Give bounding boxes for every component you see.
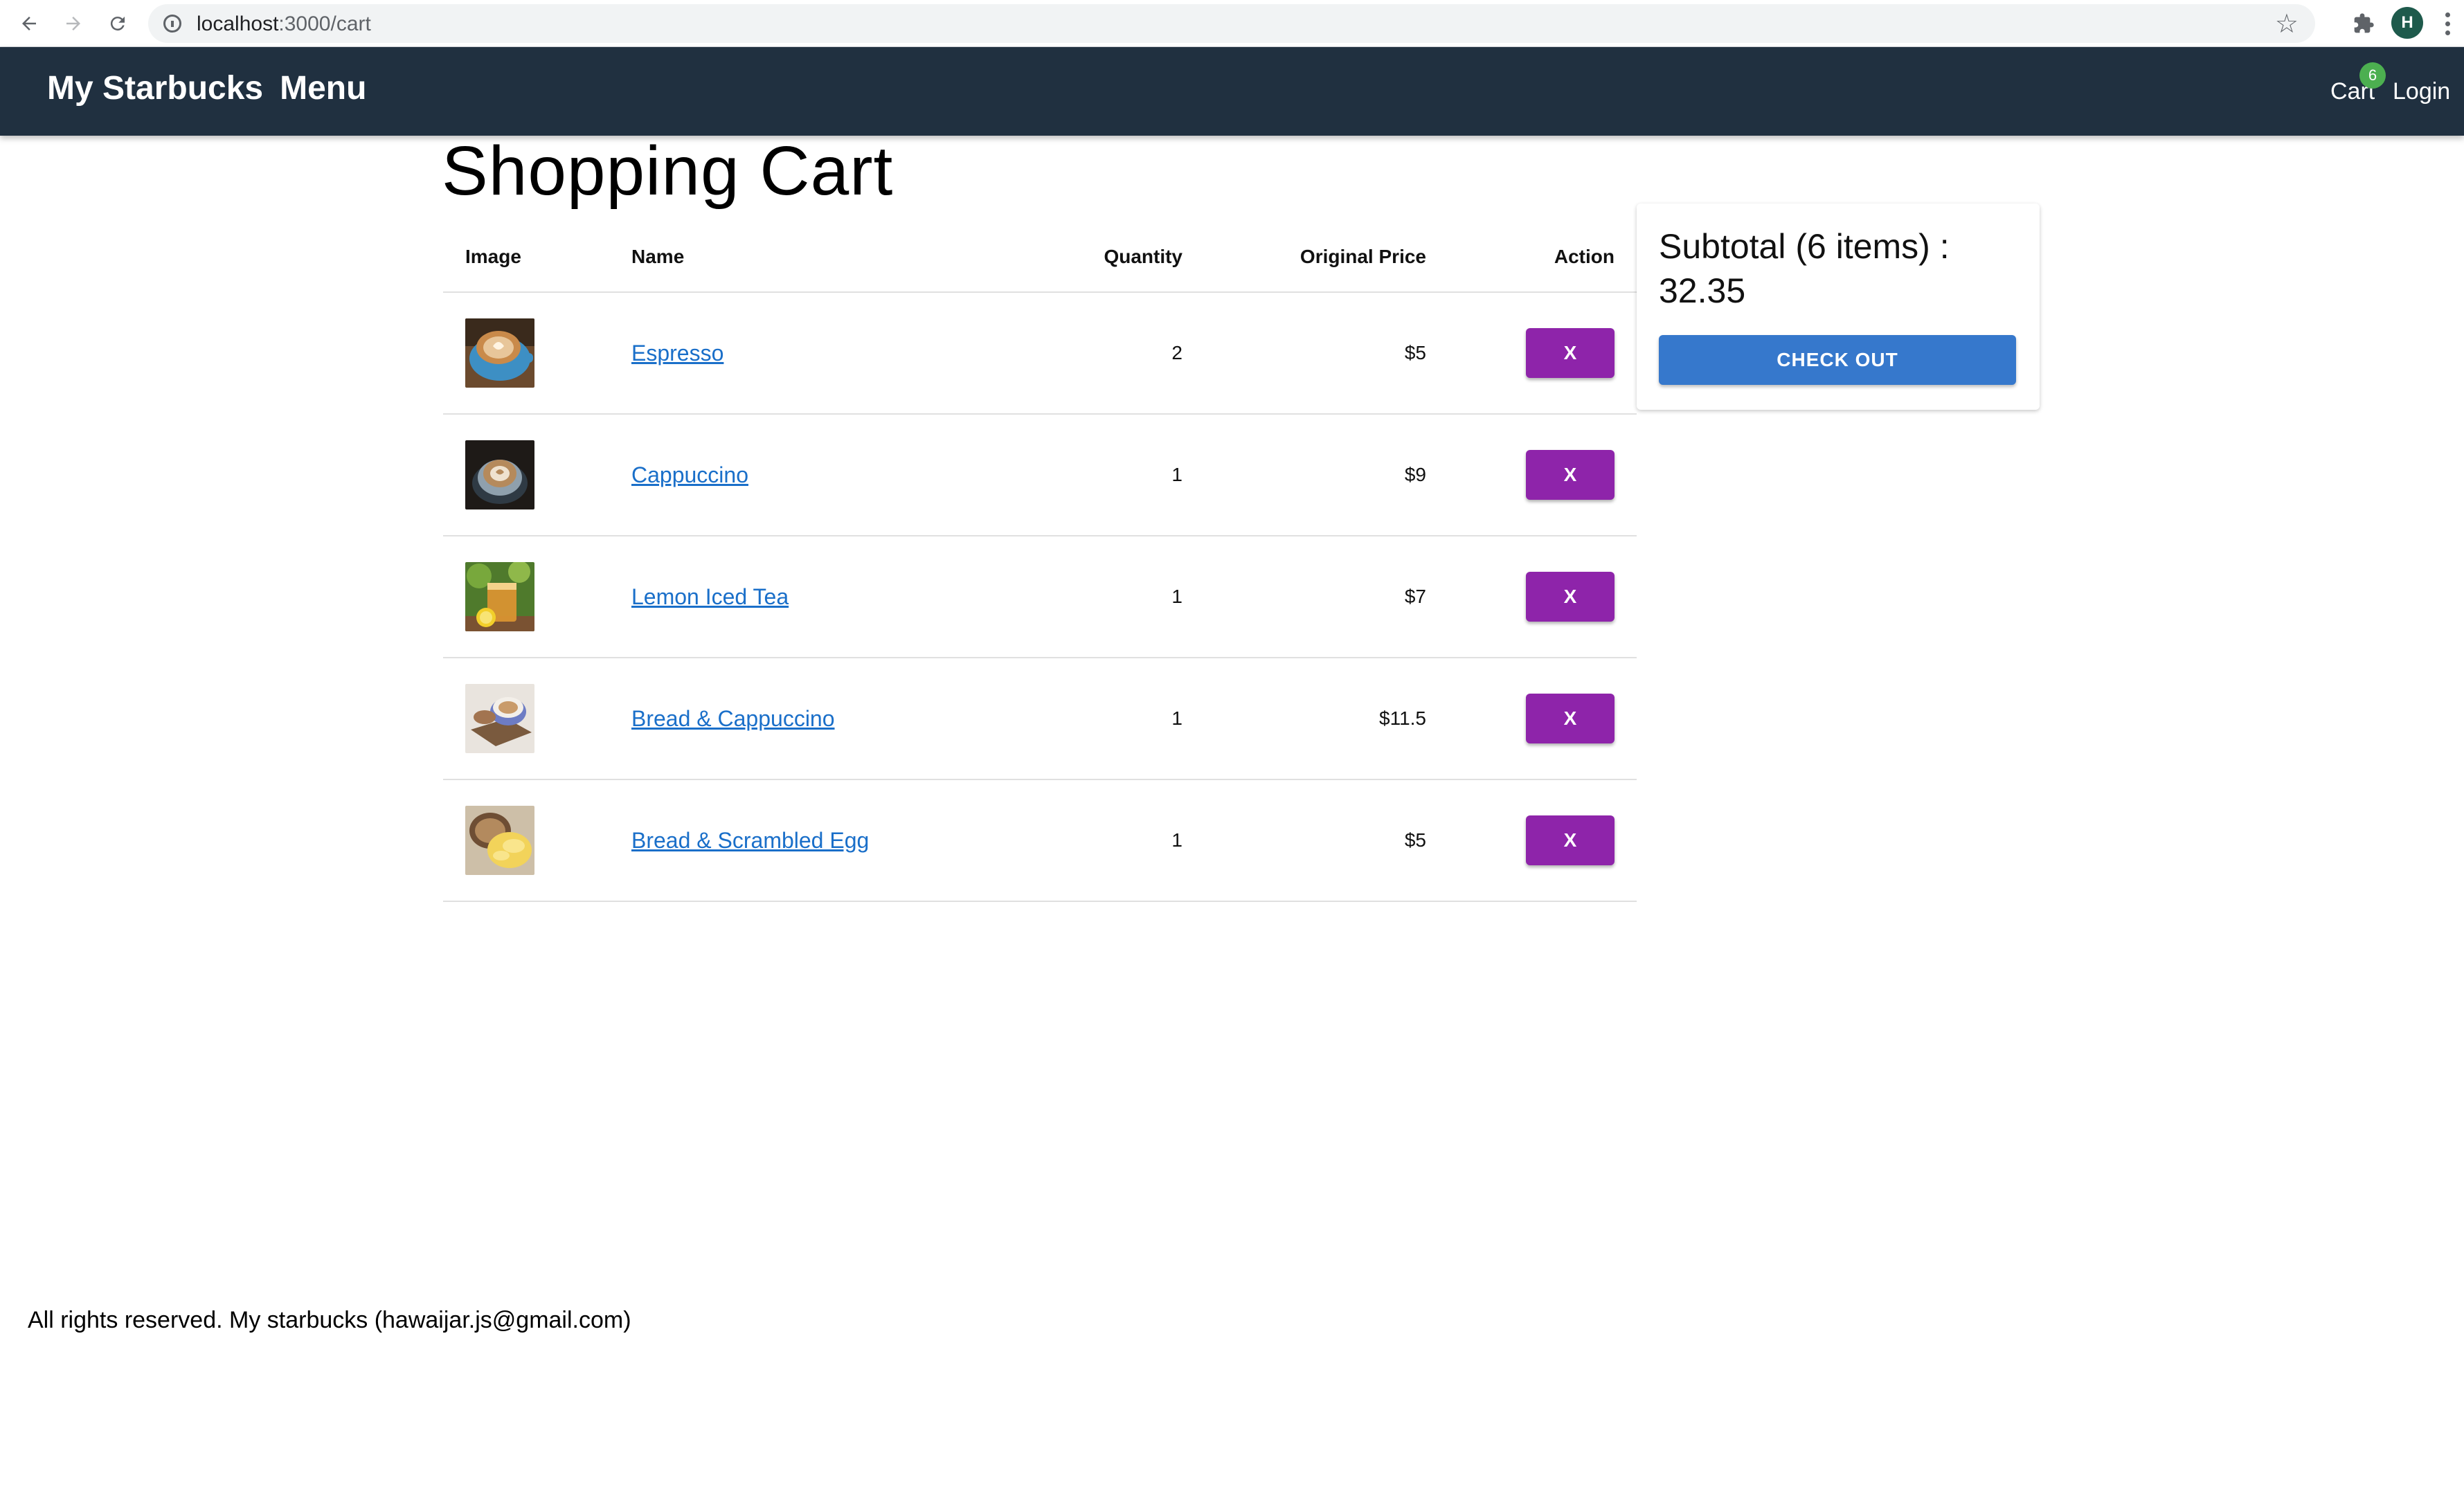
column-header-image: Image [443, 222, 609, 293]
column-header-name: Name [609, 222, 997, 293]
quantity-cell: 1 [997, 779, 1205, 902]
browser-toolbar: localhost:3000/cart ☆ H [0, 0, 2464, 47]
remove-item-button[interactable]: X [1526, 450, 1615, 500]
browser-menu-icon[interactable] [2437, 7, 2458, 40]
menu-link[interactable]: Menu [280, 69, 366, 107]
address-bar[interactable]: localhost:3000/cart ☆ [148, 4, 2315, 43]
order-summary-card: Subtotal (6 items) : 32.35 CHECK OUT [1637, 204, 2040, 410]
cart-count-badge: 6 [2359, 62, 2386, 89]
table-row: Lemon Iced Tea 1 $7 X [443, 536, 1637, 658]
product-link[interactable]: Bread & Scrambled Egg [631, 828, 869, 853]
price-cell: $5 [1205, 292, 1448, 415]
footer-text: All rights reserved. My starbucks (hawai… [28, 1307, 631, 1333]
brand-link[interactable]: My Starbucks [47, 69, 263, 107]
reload-icon[interactable] [101, 7, 134, 40]
brand: My Starbucks Menu [47, 69, 366, 107]
quantity-cell: 2 [997, 292, 1205, 415]
remove-item-button[interactable]: X [1526, 815, 1615, 865]
table-row: Bread & Scrambled Egg 1 $5 X [443, 779, 1637, 902]
product-link[interactable]: Cappuccino [631, 462, 748, 487]
page-title: Shopping Cart [442, 132, 894, 210]
subtotal-text: Subtotal (6 items) : 32.35 [1659, 227, 1950, 310]
remove-item-button[interactable]: X [1526, 694, 1615, 743]
product-link[interactable]: Lemon Iced Tea [631, 584, 789, 609]
column-header-quantity: Quantity [997, 222, 1205, 293]
quantity-cell: 1 [997, 658, 1205, 780]
cart-table: Image Name Quantity Original Price Actio… [443, 222, 1637, 902]
checkout-button[interactable]: CHECK OUT [1659, 335, 2016, 385]
price-cell: $5 [1205, 779, 1448, 902]
back-arrow-icon[interactable] [12, 7, 46, 40]
forward-arrow-icon[interactable] [57, 7, 90, 40]
price-cell: $7 [1205, 536, 1448, 658]
product-link[interactable]: Bread & Cappuccino [631, 706, 835, 731]
site-info-icon[interactable] [163, 15, 181, 33]
product-link[interactable]: Espresso [631, 341, 723, 366]
espresso-image [465, 318, 534, 388]
column-header-action: Action [1448, 222, 1637, 293]
price-cell: $9 [1205, 414, 1448, 536]
remove-item-button[interactable]: X [1526, 572, 1615, 622]
cappuccino-image [465, 440, 534, 509]
table-header-row: Image Name Quantity Original Price Actio… [443, 222, 1637, 293]
quantity-cell: 1 [997, 536, 1205, 658]
table-row: Bread & Cappuccino 1 $11.5 X [443, 658, 1637, 780]
login-link[interactable]: Login [2393, 78, 2450, 105]
remove-item-button[interactable]: X [1526, 328, 1615, 378]
extensions-puzzle-icon[interactable] [2347, 7, 2380, 40]
lemon-iced-tea-image [465, 562, 534, 631]
quantity-cell: 1 [997, 414, 1205, 536]
url-text: localhost:3000/cart [197, 12, 371, 35]
bread-cappuccino-image [465, 684, 534, 753]
price-cell: $11.5 [1205, 658, 1448, 780]
bookmark-star-icon[interactable]: ☆ [2275, 8, 2299, 39]
table-row: Cappuccino 1 $9 X [443, 414, 1637, 536]
bread-scrambled-egg-image [465, 806, 534, 875]
profile-avatar[interactable]: H [2391, 7, 2423, 39]
app-header: My Starbucks Menu Cart 6 Login [0, 47, 2464, 136]
table-row: Espresso 2 $5 X [443, 292, 1637, 415]
column-header-price: Original Price [1205, 222, 1448, 293]
